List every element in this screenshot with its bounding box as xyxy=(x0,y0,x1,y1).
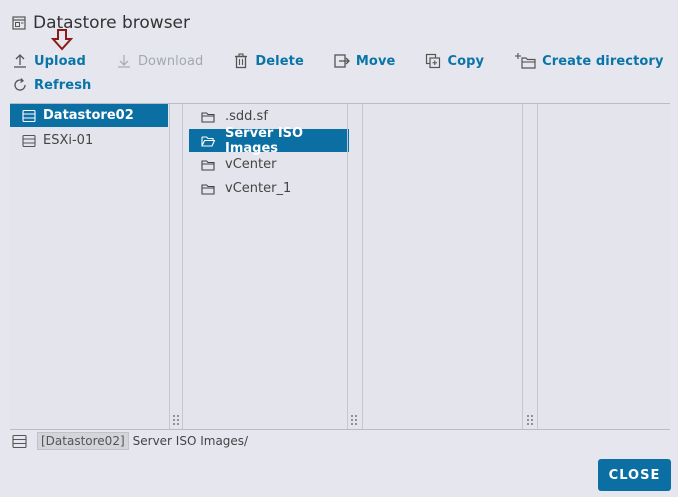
browser-panes: Datastore02 ESXi-01 .sdd.sf Server ISO I… xyxy=(10,103,670,430)
current-path-bar: [Datastore02] Server ISO Images/ xyxy=(12,432,248,450)
create-directory-label: Create directory xyxy=(542,53,664,69)
pane-divider xyxy=(522,104,523,429)
resize-grip-icon[interactable] xyxy=(172,414,180,426)
folder-icon xyxy=(201,111,215,123)
pane-divider xyxy=(182,104,183,429)
toolbar: Upload Download Delete Move Copy Create … xyxy=(12,50,672,96)
datastore-browser-icon xyxy=(12,16,26,30)
refresh-label: Refresh xyxy=(34,77,92,93)
folder-item-label: .sdd.sf xyxy=(225,109,268,124)
folder-list-pane: .sdd.sf Server ISO Images vCenter vCente… xyxy=(189,104,349,429)
upload-icon xyxy=(14,54,26,68)
folder-icon xyxy=(201,159,215,171)
new-folder-icon xyxy=(515,53,536,69)
move-label: Move xyxy=(355,53,396,69)
download-label: Download xyxy=(137,53,204,69)
download-button[interactable]: Download xyxy=(116,53,203,69)
tree-item-label: ESXi-01 xyxy=(43,133,94,148)
delete-label: Delete xyxy=(255,53,304,69)
folder-open-icon xyxy=(201,135,215,147)
tree-item-esxi-01[interactable]: ESXi-01 xyxy=(10,129,168,152)
datastore-icon xyxy=(12,434,27,448)
trash-icon xyxy=(235,53,248,69)
path-datastore-chip: [Datastore02] xyxy=(37,432,129,450)
path-folder: Server ISO Images/ xyxy=(132,434,249,448)
folder-item-vcenter-1[interactable]: vCenter_1 xyxy=(189,177,349,200)
folder-item-label: vCenter_1 xyxy=(225,181,292,196)
folder-item-vcenter[interactable]: vCenter xyxy=(189,153,349,176)
move-icon xyxy=(334,54,350,68)
move-button[interactable]: Move xyxy=(334,53,396,69)
tree-item-datastore02[interactable]: Datastore02 xyxy=(10,104,168,127)
resize-grip-icon[interactable] xyxy=(350,414,358,426)
datastore-browser-dialog: Datastore browser Upload Download Delete… xyxy=(0,0,678,497)
datastore-tree-pane: Datastore02 ESXi-01 xyxy=(10,104,168,429)
copy-label: Copy xyxy=(447,53,485,69)
download-icon xyxy=(117,55,130,68)
datastore-icon xyxy=(22,109,36,122)
copy-button[interactable]: Copy xyxy=(425,53,484,69)
annotation-arrow-icon xyxy=(51,29,73,51)
details-pane xyxy=(538,104,670,429)
folder-icon xyxy=(201,183,215,195)
folder-item-label: Server ISO Images xyxy=(225,125,304,156)
pane-divider xyxy=(169,104,170,429)
close-button[interactable]: CLOSE xyxy=(598,459,671,491)
upload-label: Upload xyxy=(34,53,86,69)
upload-button[interactable]: Upload xyxy=(12,53,86,69)
tree-item-label: Datastore02 xyxy=(43,108,134,123)
host-icon xyxy=(22,134,36,147)
folder-item-label: vCenter xyxy=(225,157,277,172)
dialog-header: Datastore browser xyxy=(12,12,190,34)
refresh-icon xyxy=(14,78,26,91)
resize-grip-icon[interactable] xyxy=(526,414,534,426)
refresh-button[interactable]: Refresh xyxy=(12,77,91,93)
create-directory-button[interactable]: Create directory xyxy=(514,53,663,69)
pane-divider xyxy=(347,104,348,429)
folder-item-server-iso-images[interactable]: Server ISO Images xyxy=(189,126,349,156)
delete-button[interactable]: Delete xyxy=(233,53,304,69)
contents-pane xyxy=(362,104,522,429)
copy-icon xyxy=(426,53,441,69)
